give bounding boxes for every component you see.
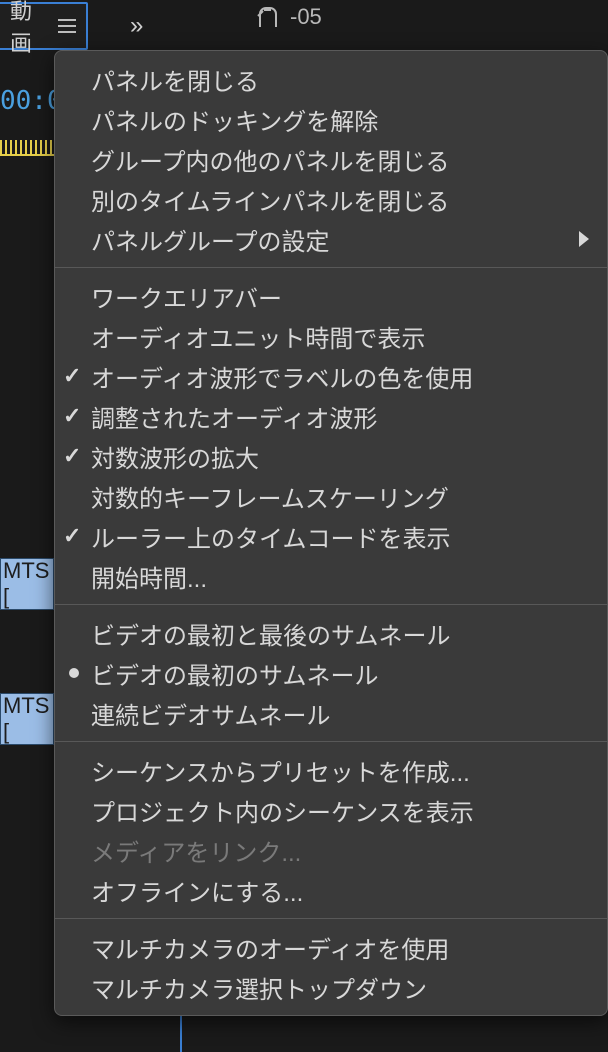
clip-a-label: MTS [ (3, 558, 53, 610)
timeline-ruler[interactable] (0, 140, 56, 154)
snap-value: -05 (290, 4, 322, 30)
check-icon: ✓ (63, 363, 81, 389)
menu-head-tail-thumbnails[interactable]: ビデオの最初と最後のサムネール (55, 613, 607, 653)
menu-close-other-panels[interactable]: グループ内の他のパネルを閉じる (55, 139, 607, 179)
radio-icon (69, 668, 79, 678)
menu-close-other-timeline-panels[interactable]: 別のタイムラインパネルを閉じる (55, 179, 607, 219)
menu-separator (55, 741, 607, 742)
menu-separator (55, 918, 607, 919)
menu-create-preset-from-sequence[interactable]: シーケンスからプリセットを作成... (55, 750, 607, 790)
check-icon: ✓ (63, 403, 81, 429)
menu-audio-waveform-label-color[interactable]: ✓ オーディオ波形でラベルの色を使用 (55, 356, 607, 396)
menu-separator (55, 604, 607, 605)
menu-show-ruler-timecode[interactable]: ✓ ルーラー上のタイムコードを表示 (55, 516, 607, 556)
clip-b[interactable]: MTS [ (0, 693, 54, 745)
menu-separator (55, 267, 607, 268)
menu-multicam-selection-top-down[interactable]: マルチカメラ選択トップダウン (55, 967, 607, 1007)
menu-work-area-bar[interactable]: ワークエリアバー (55, 276, 607, 316)
check-icon: ✓ (63, 443, 81, 469)
menu-head-thumbnail[interactable]: ビデオの最初のサムネール (55, 653, 607, 693)
clip-a[interactable]: MTS [ (0, 558, 54, 610)
menu-audio-unit-time[interactable]: オーディオユニット時間で表示 (55, 316, 607, 356)
menu-log-waveform-zoom[interactable]: ✓ 対数波形の拡大 (55, 436, 607, 476)
panel-tab-label: 動画 (10, 0, 44, 58)
panel-menu-icon[interactable] (58, 19, 76, 33)
expand-chevrons-icon[interactable]: » (130, 12, 137, 40)
clip-b-label: MTS [ (3, 693, 53, 745)
submenu-arrow-icon (579, 231, 589, 247)
panel-context-menu: パネルを閉じる パネルのドッキングを解除 グループ内の他のパネルを閉じる 別のタ… (54, 50, 608, 1016)
menu-continuous-thumbnails[interactable]: 連続ビデオサムネール (55, 693, 607, 733)
menu-panel-group-settings[interactable]: パネルグループの設定 (55, 219, 607, 259)
menu-multicam-use-audio[interactable]: マルチカメラのオーディオを使用 (55, 927, 607, 967)
menu-reveal-sequence-in-project[interactable]: プロジェクト内のシーケンスを表示 (55, 790, 607, 830)
snap-tool-icon[interactable]: -05 (256, 4, 322, 30)
menu-start-time[interactable]: 開始時間... (55, 556, 607, 596)
menu-link-media: メディアをリンク... (55, 830, 607, 870)
menu-log-keyframe-scaling[interactable]: 対数的キーフレームスケーリング (55, 476, 607, 516)
menu-rectified-audio-waveform[interactable]: ✓ 調整されたオーディオ波形 (55, 396, 607, 436)
menu-make-offline[interactable]: オフラインにする... (55, 870, 607, 910)
check-icon: ✓ (63, 523, 81, 549)
menu-undock-panel[interactable]: パネルのドッキングを解除 (55, 99, 607, 139)
panel-tab[interactable]: 動画 (0, 2, 88, 50)
menu-close-panel[interactable]: パネルを閉じる (55, 59, 607, 99)
